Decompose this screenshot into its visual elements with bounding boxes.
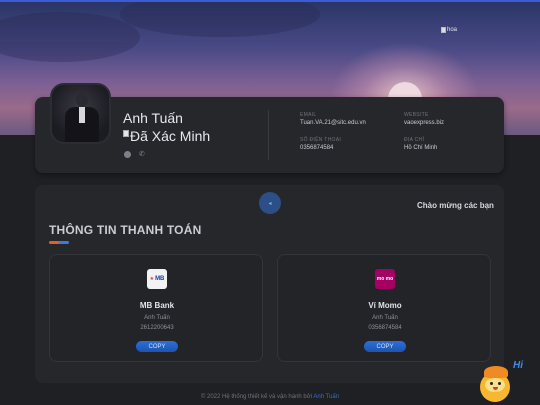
email-value[interactable]: Tuan.VA.21@sitc.edu.vn — [300, 120, 366, 126]
phone-icon[interactable]: ✆ — [139, 151, 146, 158]
address-label: ĐỊA CHỈ — [404, 137, 425, 143]
bank-name: MB Bank — [139, 301, 175, 310]
verified-badge: Đã Xác Minh — [123, 128, 210, 144]
footer-author-link[interactable]: Anh Tuấn — [313, 394, 339, 400]
title-underline — [49, 241, 69, 244]
mascot-greeting: Hi — [513, 360, 523, 371]
footer-text: © 2022 Hệ thống thiết kế và vận hành bởi — [200, 394, 313, 400]
social-links: ✆ — [124, 151, 146, 158]
payment-card-mbbank: ★ MB MB Bank Anh Tuấn 2612200643 COPY — [49, 254, 263, 362]
broken-image-icon — [123, 130, 129, 137]
account-holder: Anh Tuấn — [144, 315, 170, 321]
avatar — [50, 83, 111, 144]
section-title: THÔNG TIN THANH TOÁN — [49, 223, 202, 237]
website-label: WEBSITE — [404, 112, 429, 118]
mbbank-logo-icon: ★ MB — [147, 269, 167, 289]
bank-name: Ví Momo — [368, 301, 402, 310]
website-value[interactable]: vaoexpress.biz — [404, 120, 444, 126]
address-value: Hồ Chí Minh — [404, 145, 438, 151]
broken-image-icon: hoa — [441, 27, 457, 33]
phone-value[interactable]: 0356874584 — [300, 145, 333, 151]
account-number: 0356874584 — [368, 325, 402, 331]
footer: © 2022 Hệ thống thiết kế và vận hành bởi… — [0, 394, 540, 400]
globe-icon[interactable] — [124, 151, 131, 158]
email-label: EMAIL — [300, 112, 317, 118]
momo-logo-icon: mo mo — [375, 269, 395, 289]
copy-button[interactable]: COPY — [364, 341, 406, 352]
welcome-text: Chào mừng các bạn — [417, 201, 494, 210]
payment-card-momo: mo mo Ví Momo Anh Tuấn 0356874584 COPY — [277, 254, 491, 362]
account-number: 2612200643 — [140, 325, 174, 331]
mascot-widget[interactable]: Hi — [476, 360, 523, 405]
copy-button[interactable]: COPY — [136, 341, 178, 352]
arrow-icon[interactable]: ◂ — [259, 192, 281, 214]
verified-alt-text: Đã Xác Minh — [130, 128, 211, 144]
profile-name: Anh Tuấn — [123, 110, 183, 126]
account-holder: Anh Tuấn — [372, 315, 398, 321]
divider — [268, 110, 269, 160]
phone-label: SỐ ĐIỆN THOẠI — [300, 137, 342, 143]
